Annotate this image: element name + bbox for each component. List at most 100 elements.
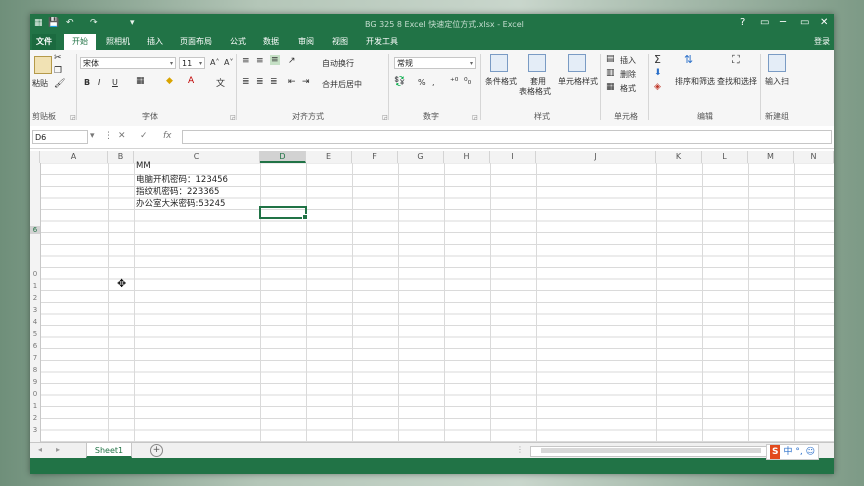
name-box-dropdown-icon[interactable]: ▾ <box>90 131 95 141</box>
close-button[interactable]: ✕ <box>820 17 828 28</box>
row-header[interactable]: 3 <box>30 426 40 434</box>
format-as-table-line2[interactable]: 表格格式 <box>519 86 551 97</box>
row-header[interactable]: 8 <box>30 366 40 374</box>
sheet-tab-sheet1[interactable]: Sheet1 <box>86 443 132 458</box>
tab-home[interactable]: 开始 <box>64 34 96 50</box>
fill-color-icon[interactable]: ◆ <box>166 76 173 86</box>
column-header-f[interactable]: F <box>352 151 398 163</box>
column-header-b[interactable]: B <box>108 151 134 163</box>
alignment-launcher-icon[interactable]: ◲ <box>382 114 388 121</box>
accounting-icon[interactable]: 💱 <box>394 77 405 87</box>
row-header[interactable]: 6 <box>30 342 40 350</box>
select-all-corner[interactable] <box>30 151 40 163</box>
tab-file[interactable]: 文件 <box>32 34 56 50</box>
grow-font-button[interactable]: A˄ <box>210 58 219 67</box>
cancel-icon[interactable]: ✕ <box>118 131 126 141</box>
row-header[interactable]: 5 <box>30 330 40 338</box>
active-cell-d6[interactable] <box>259 206 308 220</box>
delete-cells-icon[interactable]: ▥ <box>606 68 615 78</box>
insert-cells-button[interactable]: 插入 <box>620 55 636 66</box>
column-header-n[interactable]: N <box>794 151 834 163</box>
column-header-a[interactable]: A <box>40 151 108 163</box>
tab-formulas[interactable]: 公式 <box>230 36 246 47</box>
row-header[interactable]: 7 <box>30 354 40 362</box>
paste-label[interactable]: 粘贴 <box>32 78 48 89</box>
find-select-button[interactable]: 查找和选择 <box>717 76 757 87</box>
font-name-select[interactable]: 宋体 ▾ <box>80 57 176 69</box>
insert-function-icon[interactable]: fx <box>163 131 172 141</box>
format-as-table-icon[interactable] <box>528 54 546 72</box>
save-icon[interactable]: 💾 <box>48 18 59 28</box>
conditional-format-button[interactable]: 条件格式 <box>485 76 517 87</box>
column-header-k[interactable]: K <box>656 151 702 163</box>
column-header-d[interactable]: D <box>260 151 306 163</box>
row-header[interactable]: 3 <box>30 306 40 314</box>
merge-center-button[interactable]: 合并后居中 <box>322 79 362 90</box>
row-header[interactable]: 1 <box>30 282 40 290</box>
clear-icon[interactable]: ◈ <box>654 82 661 92</box>
row-header[interactable]: 2 <box>30 294 40 302</box>
align-right-icon[interactable]: ≣ <box>270 77 278 87</box>
bold-button[interactable]: B <box>84 78 90 87</box>
sort-filter-button[interactable]: 排序和筛选 <box>675 76 715 87</box>
align-center-icon[interactable]: ≣ <box>256 77 264 87</box>
wrap-text-button[interactable]: 自动换行 <box>322 58 354 69</box>
ime-toolbar[interactable]: S中 °, ☺ <box>766 444 819 460</box>
percent-button[interactable]: % <box>418 78 426 87</box>
binoculars-icon[interactable]: ⛶ <box>732 53 740 67</box>
underline-button[interactable]: U <box>112 78 118 87</box>
column-header-c[interactable]: C <box>134 151 260 163</box>
formula-input[interactable] <box>182 130 832 144</box>
sort-filter-icon[interactable]: ⇅ <box>684 53 693 66</box>
tab-insert[interactable]: 插入 <box>147 36 163 47</box>
row-header[interactable]: 0 <box>30 270 40 278</box>
help-button[interactable]: ? <box>740 17 745 28</box>
minimize-button[interactable]: ─ <box>780 17 786 28</box>
align-middle-icon[interactable]: ≡ <box>256 56 264 66</box>
name-box[interactable]: D6 <box>32 130 88 144</box>
font-size-select[interactable]: 11 ▾ <box>179 57 205 69</box>
tab-review[interactable]: 审阅 <box>298 36 314 47</box>
align-bottom-icon[interactable]: ≡ <box>270 55 280 65</box>
cell-styles-button[interactable]: 单元格样式 <box>558 76 598 87</box>
number-format-select[interactable]: 常规 ▾ <box>394 57 476 69</box>
decrease-indent-icon[interactable]: ⇤ <box>288 77 296 87</box>
ribbon-display-button[interactable]: ▭ <box>760 17 769 28</box>
tab-data[interactable]: 数据 <box>263 36 279 47</box>
cell-c5[interactable]: 办公室大米密码:53245 <box>136 197 225 209</box>
redo-icon[interactable]: ↷ <box>90 18 98 28</box>
border-icon[interactable]: ▦ <box>136 76 145 86</box>
format-painter-icon[interactable]: 🖌 <box>54 79 65 89</box>
sheet-prev-button[interactable]: ◂ <box>38 445 42 454</box>
clipboard-launcher-icon[interactable]: ◲ <box>70 114 76 121</box>
scrollbar-thumb[interactable] <box>541 448 761 453</box>
delete-cells-button[interactable]: 删除 <box>620 69 636 80</box>
cell-c2[interactable]: MM <box>136 161 151 171</box>
number-launcher-icon[interactable]: ◲ <box>472 114 478 121</box>
scan-input-icon[interactable] <box>768 54 786 72</box>
increase-decimal-icon[interactable]: ⁺⁰ <box>450 77 458 87</box>
format-cells-icon[interactable]: ▦ <box>606 82 615 92</box>
conditional-format-icon[interactable] <box>490 54 508 72</box>
row-header[interactable]: 1 <box>30 402 40 410</box>
column-header-e[interactable]: E <box>306 151 352 163</box>
row-header[interactable]: 0 <box>30 390 40 398</box>
login-link[interactable]: 登录 <box>814 36 830 47</box>
cell-c4[interactable]: 指纹机密码：223365 <box>136 185 219 197</box>
tab-camera[interactable]: 照相机 <box>106 36 130 47</box>
decrease-decimal-icon[interactable]: ⁰₀ <box>464 77 471 87</box>
sheet-next-button[interactable]: ▸ <box>56 445 60 454</box>
tab-developer[interactable]: 开发工具 <box>366 36 398 47</box>
row-header-selected[interactable]: 6 <box>30 226 40 234</box>
column-header-h[interactable]: H <box>444 151 490 163</box>
column-header-l[interactable]: L <box>702 151 748 163</box>
tab-page-layout[interactable]: 页面布局 <box>180 36 212 47</box>
confirm-icon[interactable]: ✓ <box>140 131 148 141</box>
undo-icon[interactable]: ↶ <box>66 18 74 28</box>
align-top-icon[interactable]: ≡ <box>242 56 250 66</box>
row-header[interactable]: 9 <box>30 378 40 386</box>
column-header-i[interactable]: I <box>490 151 536 163</box>
row-header[interactable]: 2 <box>30 414 40 422</box>
font-launcher-icon[interactable]: ◲ <box>230 114 236 121</box>
scan-input-button[interactable]: 输入扫 <box>765 76 789 87</box>
